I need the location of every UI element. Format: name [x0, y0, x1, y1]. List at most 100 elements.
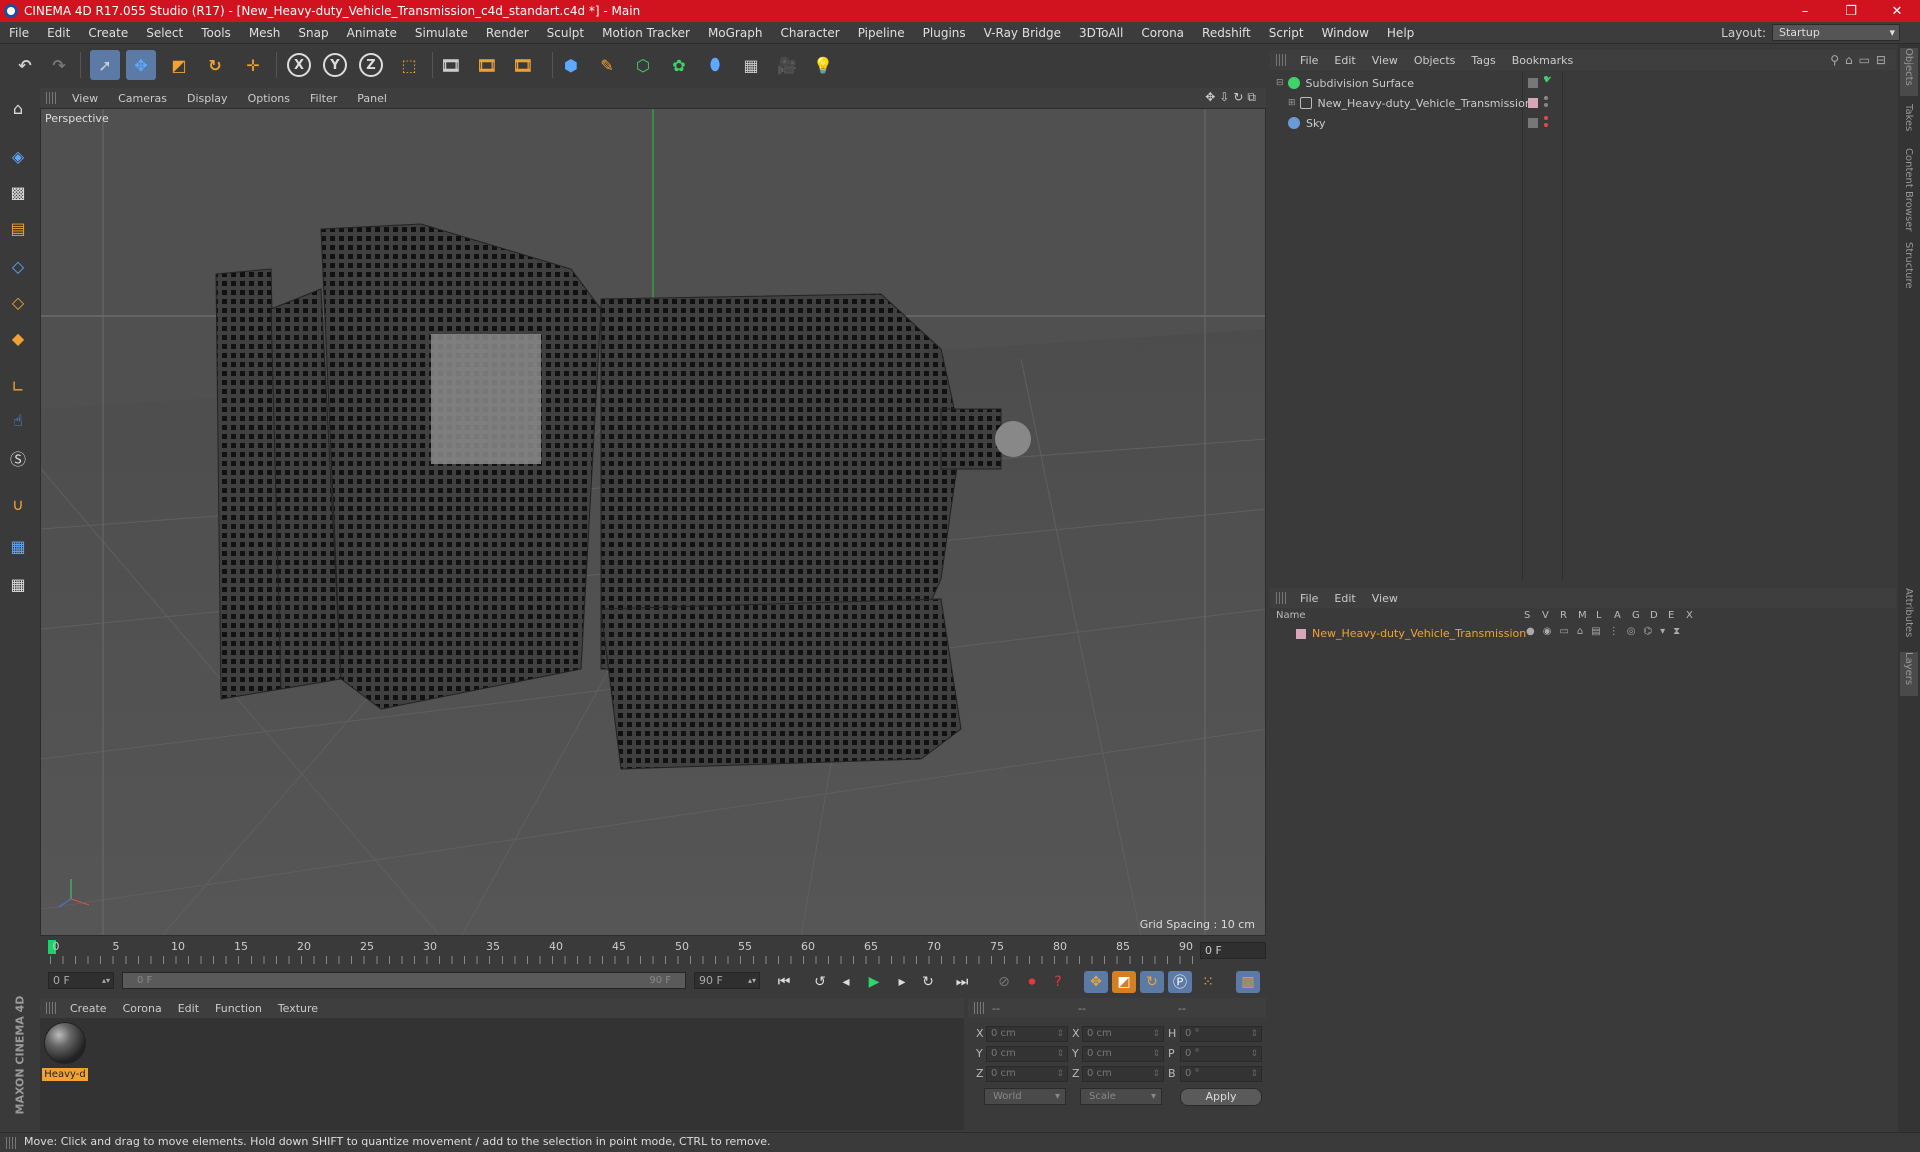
panel-grip-icon[interactable] — [46, 92, 56, 104]
tab-layers[interactable]: Layers — [1900, 652, 1918, 696]
scale-tool-icon[interactable]: ◩ — [164, 50, 194, 80]
tab-attributes[interactable]: Attributes — [1900, 588, 1918, 648]
deformer-icon[interactable]: ⬮ — [700, 50, 730, 80]
layer-color-swatch[interactable] — [1528, 98, 1538, 108]
viewport-menu-cameras[interactable]: Cameras — [108, 92, 177, 105]
material-name-label[interactable]: Heavy-d — [42, 1068, 88, 1081]
play-icon[interactable]: ▶ — [862, 971, 886, 993]
layer-col-deformers[interactable]: D — [1650, 610, 1658, 621]
points-mode-icon[interactable]: ◇ — [4, 252, 32, 280]
restore-button[interactable]: ❐ — [1828, 0, 1874, 22]
workplane-icon[interactable]: ▤ — [4, 214, 32, 242]
material-menu-create[interactable]: Create — [62, 1002, 115, 1015]
menu-corona[interactable]: Corona — [1132, 26, 1193, 40]
object-menu-file[interactable]: File — [1292, 54, 1326, 67]
viewport-menu-panel[interactable]: Panel — [347, 92, 397, 105]
close-button[interactable]: ✕ — [1874, 0, 1920, 22]
layer-menu-view[interactable]: View — [1364, 592, 1406, 605]
viewport-menu-display[interactable]: Display — [177, 92, 238, 105]
menu-tools[interactable]: Tools — [192, 26, 240, 40]
panel-grip-icon[interactable] — [6, 1137, 16, 1149]
menu-redshift[interactable]: Redshift — [1193, 26, 1260, 40]
next-frame-icon[interactable]: ▸ — [890, 971, 914, 993]
object-row-subdivision-surface[interactable]: ⊟ Subdivision Surface — [1270, 74, 1896, 92]
timeline-ruler[interactable]: 0 5 10 15 20 25 30 35 40 45 50 55 60 65 … — [40, 938, 1266, 966]
menu-character[interactable]: Character — [771, 26, 848, 40]
tab-objects[interactable]: Objects — [1900, 48, 1918, 96]
object-row-transmission[interactable]: ⊞ New_Heavy-duty_Vehicle_Transmission — [1270, 94, 1896, 112]
render-visibility-dot[interactable] — [1544, 103, 1548, 107]
planar-workplane-icon[interactable]: ▦ — [4, 570, 32, 598]
material-menu-texture[interactable]: Texture — [270, 1002, 326, 1015]
material-menu-function[interactable]: Function — [207, 1002, 270, 1015]
rotation-h-field[interactable]: 0 ° — [1180, 1026, 1262, 1042]
object-row-sky[interactable]: Sky — [1270, 114, 1896, 132]
previous-frame-icon[interactable]: ◂ — [834, 971, 858, 993]
layer-col-manager[interactable]: M — [1578, 610, 1587, 621]
layer-menu-edit[interactable]: Edit — [1326, 592, 1363, 605]
rotate-tool-icon[interactable]: ↻ — [200, 50, 230, 80]
menu-snap[interactable]: Snap — [289, 26, 337, 40]
layer-col-name[interactable]: Name — [1276, 610, 1306, 621]
panel-grip-icon[interactable] — [1276, 54, 1286, 66]
layer-color-swatch[interactable] — [1528, 78, 1538, 88]
layer-color-swatch[interactable] — [1528, 118, 1538, 128]
motion-record-icon[interactable]: ⊘ — [992, 971, 1016, 993]
edges-mode-icon[interactable]: ◇ — [4, 288, 32, 316]
rotation-b-field[interactable]: 0 ° — [1180, 1066, 1262, 1082]
render-picture-viewer-icon[interactable]: 🎞 — [472, 50, 502, 80]
size-y-field[interactable]: 0 cm — [1082, 1046, 1164, 1062]
menu-sculpt[interactable]: Sculpt — [538, 26, 593, 40]
coordinate-system-icon[interactable]: ⬚ — [394, 50, 424, 80]
object-menu-tags[interactable]: Tags — [1463, 54, 1503, 67]
layer-menu-file[interactable]: File — [1292, 592, 1326, 605]
tweak-mode-icon[interactable]: ☝ — [4, 406, 32, 434]
layer-flag-icons[interactable]: ●◉▭⌂▤⋮◎⌬▾⧗ — [1526, 626, 1688, 637]
layer-col-render[interactable]: R — [1560, 610, 1567, 621]
layer-color-swatch[interactable] — [1296, 629, 1306, 639]
preview-range-slider[interactable]: 0 F 90 F — [122, 972, 686, 989]
menu-select[interactable]: Select — [137, 26, 192, 40]
floor-environment-icon[interactable]: ▦ — [736, 50, 766, 80]
tab-content-browser[interactable]: Content Browser — [1900, 148, 1918, 238]
layer-col-locked[interactable]: L — [1596, 610, 1602, 621]
solo-mode-icon[interactable]: Ⓢ — [4, 444, 32, 472]
layer-col-xref[interactable]: X — [1686, 610, 1693, 621]
layer-col-expressions[interactable]: E — [1668, 610, 1674, 621]
render-visibility-dot[interactable] — [1544, 123, 1548, 127]
object-menu-edit[interactable]: Edit — [1326, 54, 1363, 67]
key-scale-icon[interactable]: ◩ — [1112, 971, 1136, 993]
editor-visibility-dot[interactable] — [1544, 116, 1548, 120]
select-tool-icon[interactable]: ➚ — [90, 50, 120, 80]
layer-name[interactable]: New_Heavy-duty_Vehicle_Transmission — [1312, 627, 1526, 640]
material-preview-thumbnail[interactable] — [44, 1022, 86, 1064]
expand-icon[interactable]: ⊞ — [1288, 98, 1296, 108]
model-mode-icon[interactable]: ◈ — [4, 142, 32, 170]
y-axis-lock-button[interactable]: Y — [323, 53, 347, 77]
viewport-menu-options[interactable]: Options — [238, 92, 300, 105]
tab-takes[interactable]: Takes — [1900, 104, 1918, 144]
menu-plugins[interactable]: Plugins — [914, 26, 975, 40]
panel-grip-icon[interactable] — [46, 1002, 56, 1014]
z-axis-lock-button[interactable]: Z — [359, 53, 383, 77]
menu-vray-bridge[interactable]: V-Ray Bridge — [975, 26, 1070, 40]
layer-row[interactable]: New_Heavy-duty_Vehicle_Transmission ●◉▭⌂… — [1270, 626, 1896, 642]
record-keys-icon[interactable]: ⏺ — [1020, 971, 1044, 993]
menu-create[interactable]: Create — [79, 26, 137, 40]
layer-col-generators[interactable]: G — [1632, 610, 1640, 621]
size-z-field[interactable]: 0 cm — [1082, 1066, 1164, 1082]
position-y-field[interactable]: 0 cm — [986, 1046, 1068, 1062]
redo-icon[interactable]: ↷ — [44, 50, 74, 80]
menu-animate[interactable]: Animate — [338, 26, 406, 40]
viewport-nav-icons[interactable]: ✥⇩↻⧉ — [1205, 90, 1260, 105]
viewport-menu-filter[interactable]: Filter — [300, 92, 347, 105]
render-view-icon[interactable]: 🎞 — [436, 50, 466, 80]
panel-grip-icon[interactable] — [1276, 592, 1286, 604]
go-to-start-icon[interactable]: ⏮ — [772, 971, 796, 993]
size-x-field[interactable]: 0 cm — [1082, 1026, 1164, 1042]
collapse-icon[interactable]: ⊟ — [1276, 78, 1284, 88]
object-menu-bookmarks[interactable]: Bookmarks — [1504, 54, 1581, 67]
menu-motion-tracker[interactable]: Motion Tracker — [593, 26, 699, 40]
editor-visibility-dot[interactable] — [1544, 96, 1548, 100]
rotation-p-field[interactable]: 0 ° — [1180, 1046, 1262, 1062]
